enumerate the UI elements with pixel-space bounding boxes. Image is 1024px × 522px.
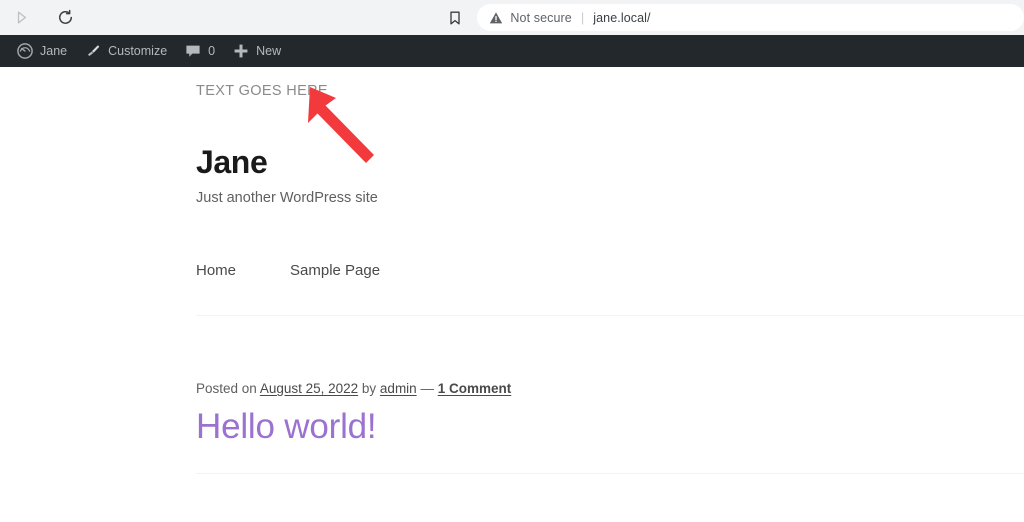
admin-bar-item-comments[interactable]: 0 [176,35,224,67]
bookmark-icon[interactable] [441,4,469,32]
post-meta-dash: — [416,381,438,396]
site-tagline: Just another WordPress site [196,189,378,206]
browser-toolbar: Not secure | jane.local/ [0,0,1024,35]
post-divider [196,473,1024,475]
nav-link-sample-page[interactable]: Sample Page [290,263,380,278]
post-date-link[interactable]: August 25, 2022 [260,381,358,396]
comment-count: 0 [208,43,216,58]
post-title[interactable]: Hello world! [196,408,1024,446]
post-author-link[interactable]: admin [380,381,417,396]
site-body: TEXT GOES HERE Jane Just another WordPre… [0,67,1024,475]
admin-bar-item-customize[interactable]: Customize [76,35,176,67]
site-title[interactable]: Jane [196,146,1024,178]
plus-icon [233,43,249,59]
admin-bar-label: Customize [108,43,168,58]
url-text[interactable]: jane.local/ [593,11,650,25]
post-comments-link[interactable]: 1 Comment [438,381,512,396]
address-bar-separator: | [580,10,585,25]
admin-bar-label: Jane [40,43,68,58]
post-meta: Posted on August 25, 2022 by admin — 1 C… [196,382,1024,396]
primary-navigation: Home Sample Page [196,259,1024,281]
post-meta-prefix: Posted on [196,381,260,396]
admin-bar-label: New [256,43,282,58]
wordpress-dashboard-icon [17,43,33,59]
post-meta-by: by [358,381,380,396]
browser-window: Not secure | jane.local/ Jane Customize … [0,0,1024,475]
nav-link-home[interactable]: Home [196,263,236,278]
warning-triangle-icon [489,11,503,25]
reload-icon[interactable] [50,3,80,33]
paintbrush-icon [85,43,101,59]
site-container: TEXT GOES HERE Jane Just another WordPre… [0,67,1024,475]
post-entry: Posted on August 25, 2022 by admin — 1 C… [196,316,1024,475]
admin-bar-item-new[interactable]: New [224,35,290,67]
wp-admin-bar: Jane Customize 0 New [0,35,1024,67]
placeholder-text: TEXT GOES HERE [196,83,328,99]
address-bar[interactable]: Not secure | jane.local/ [477,4,1024,31]
admin-bar-item-site-name[interactable]: Jane [8,35,76,67]
comment-bubble-icon [185,44,201,59]
forward-arrow-icon[interactable] [6,3,36,33]
security-status-label: Not secure [510,10,572,25]
